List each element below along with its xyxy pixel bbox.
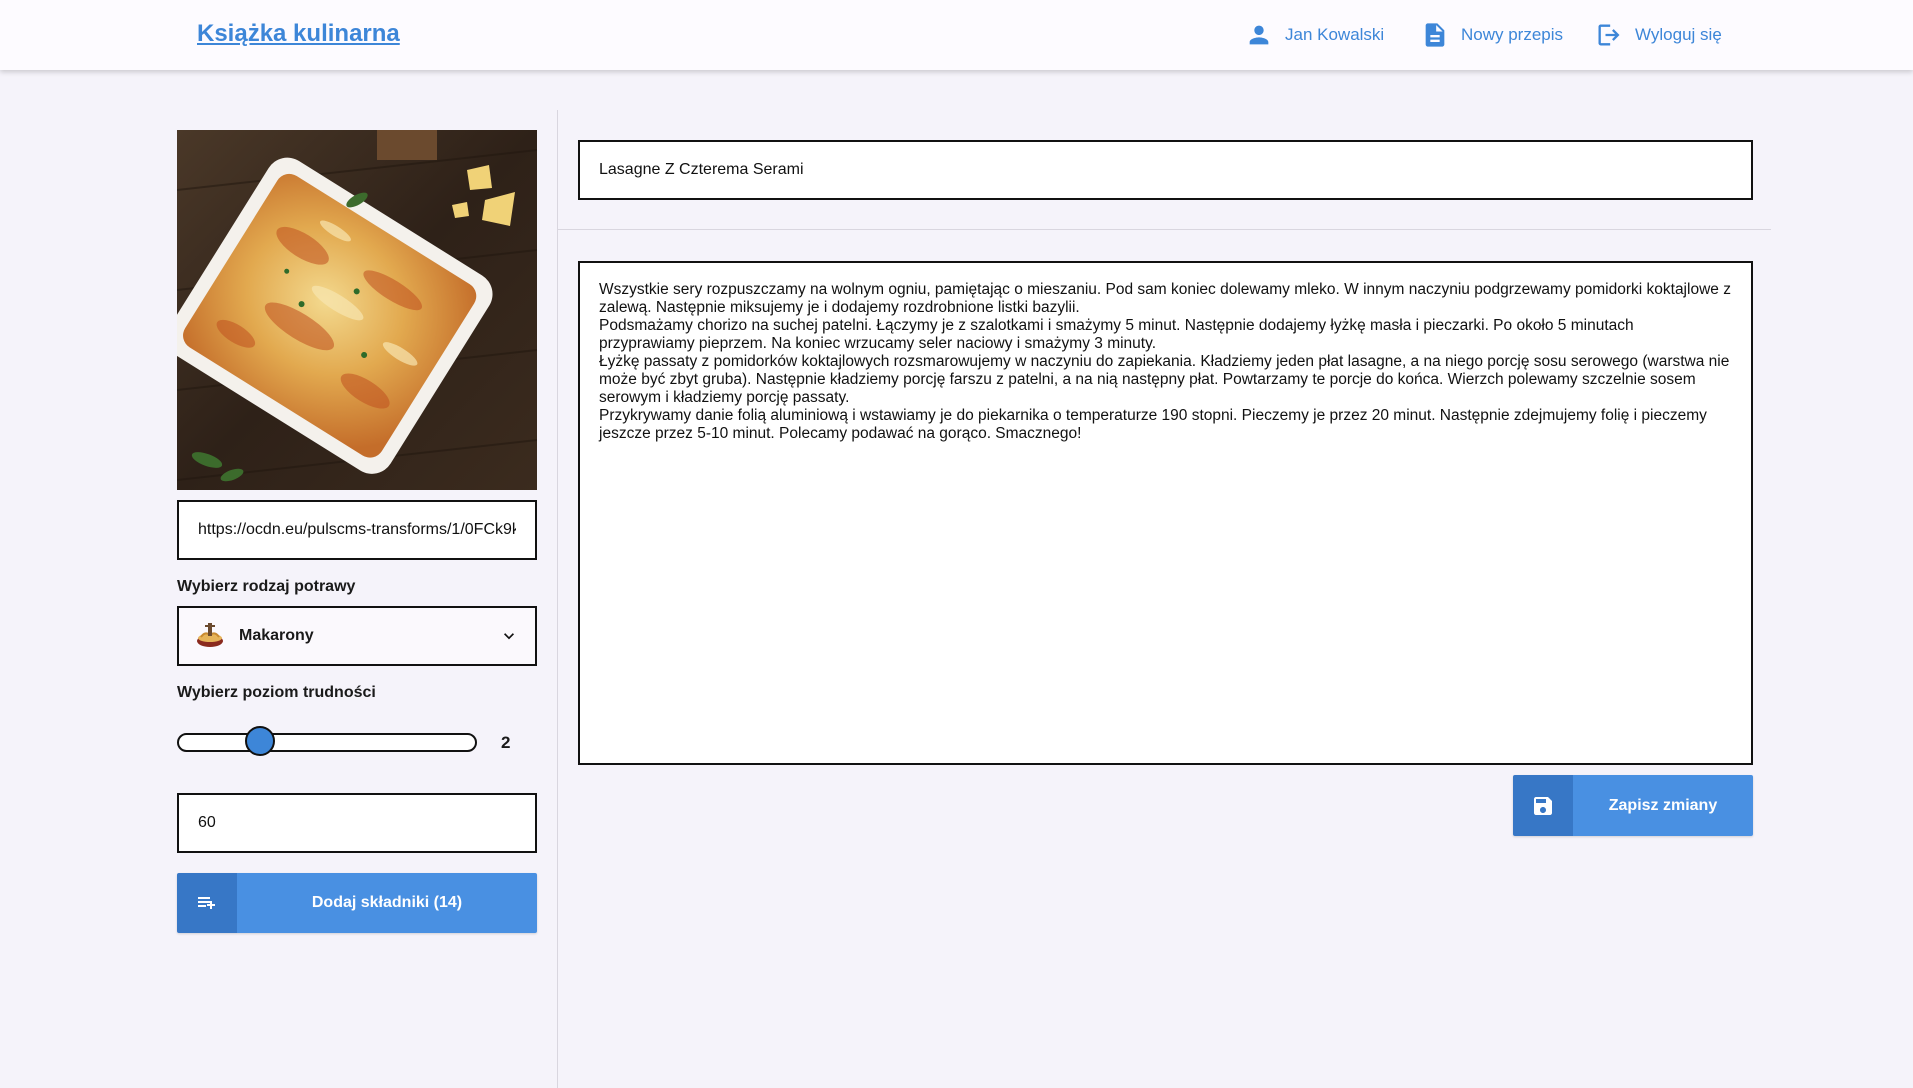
user-name: Jan Kowalski [1285, 25, 1385, 44]
dish-type-value: Makarony [239, 627, 314, 644]
vertical-divider [557, 110, 558, 1088]
difficulty-label: Wybierz poziom trudności [177, 684, 376, 701]
user-icon [1249, 25, 1269, 45]
floppy-disk-icon [1534, 796, 1552, 815]
logout-link[interactable]: Wyloguj się [1595, 20, 1722, 50]
pasta-bowl-icon [197, 623, 223, 647]
image-url-input[interactable] [177, 500, 537, 560]
playlist-add-icon [198, 897, 215, 909]
recipe-title-input[interactable] [578, 140, 1753, 200]
user-profile-link[interactable]: Jan Kowalski [1245, 20, 1384, 50]
difficulty-slider-track[interactable] [177, 733, 477, 752]
top-navigation-bar: Książka kulinarna Jan Kowalski Nowy prze… [0, 0, 1913, 70]
dish-type-select[interactable]: Makarony [177, 606, 537, 666]
new-recipe-label: Nowy przepis [1461, 25, 1564, 44]
horizontal-divider [558, 229, 1771, 230]
logout-label: Wyloguj się [1635, 25, 1722, 44]
new-recipe-link[interactable]: Nowy przepis [1421, 20, 1563, 50]
recipe-description-textarea[interactable]: Wszystkie sery rozpuszczamy na wolnym og… [578, 261, 1753, 765]
document-icon [1425, 23, 1445, 47]
save-changes-label: Zapisz zmiany [1573, 775, 1753, 836]
recipe-photo [177, 130, 537, 490]
dish-type-label: Wybierz rodzaj potrawy [177, 578, 356, 595]
add-ingredients-button[interactable]: Dodaj składniki (14) [177, 873, 537, 933]
logout-icon [1598, 24, 1620, 46]
difficulty-value: 2 [501, 733, 511, 752]
preparation-time-input[interactable] [177, 793, 537, 853]
save-changes-button[interactable]: Zapisz zmiany [1513, 775, 1753, 836]
add-ingredients-label: Dodaj składniki (14) [237, 873, 537, 933]
difficulty-slider-thumb[interactable] [244, 726, 275, 756]
chevron-down-icon [504, 633, 514, 640]
brand-link[interactable]: Książka kulinarna [197, 20, 400, 48]
